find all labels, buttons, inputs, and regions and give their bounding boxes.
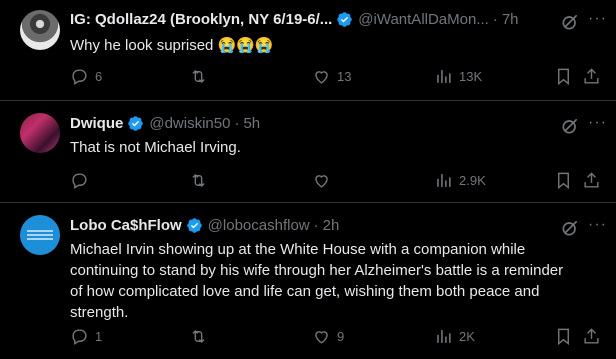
bookmark-icon[interactable] [554,67,573,86]
more-icon[interactable]: ··· [588,11,608,32]
tweet-text: That is not Michael Irving. [70,139,241,156]
view-count: 13K [459,69,483,84]
reply-button[interactable]: 6 [70,67,102,86]
action-bar: 2.9K [70,171,600,191]
tweet-header: IG: Qdollaz24 (Brooklyn, NY 6/19-6/... @… [70,11,519,28]
separator-dot: · [313,217,319,234]
bookmark-icon[interactable] [554,171,573,190]
views-button[interactable]: 2.9K [434,171,486,190]
bookmark-icon[interactable] [554,327,573,346]
retweet-icon [192,69,205,84]
tweet-text-line: of how complicated love and life can get… [70,283,540,300]
retweet-icon [192,173,205,188]
reply-count: 6 [95,69,103,84]
retweet-button[interactable] [189,67,214,86]
tweet-text-line: continuing to stand by his wife through … [70,262,564,279]
views-button[interactable]: 13K [434,67,482,86]
tweet[interactable]: Dwique @dwiskin50 · 5h ··· That is not M… [0,101,616,203]
avatar[interactable] [20,113,60,153]
grok-icon[interactable] [560,116,580,136]
more-icon[interactable]: ··· [588,115,608,136]
verified-badge-icon [186,218,202,233]
grok-icon[interactable] [560,218,580,238]
views-icon [437,70,451,83]
tweet-text-line: Michael Irvin showing up at the White Ho… [70,241,526,258]
action-bar: 6 13 13K [70,67,600,87]
separator-dot: · [492,11,498,28]
like-button[interactable]: 13 [312,67,351,86]
views-button[interactable]: 2K [434,327,475,346]
tweet-text: Michael Irvin showing up at the White Ho… [70,239,563,323]
view-count: 2K [459,329,475,344]
grok-icon[interactable] [560,12,580,32]
tweet[interactable]: IG: Qdollaz24 (Brooklyn, NY 6/19-6/... @… [0,0,616,101]
avatar[interactable] [20,10,60,50]
like-count: 13 [337,69,352,84]
tweet-text: Why he look suprised 😭😭😭 [70,37,274,54]
avatar[interactable] [20,215,60,255]
views-icon [437,330,451,343]
tweet-header: Dwique @dwiskin50 · 5h [70,115,260,132]
like-button[interactable] [312,171,337,190]
reply-icon [72,173,87,189]
more-icon[interactable]: ··· [588,217,608,238]
retweet-icon [192,329,205,344]
views-icon [437,174,451,187]
tweet-text-line: strength. [70,304,129,321]
reply-icon [72,69,87,85]
timestamp[interactable]: 5h [243,115,260,132]
display-name[interactable]: IG: Qdollaz24 (Brooklyn, NY 6/19-6/... [70,11,332,28]
timestamp[interactable]: 2h [323,217,340,234]
retweet-button[interactable] [189,171,214,190]
retweet-button[interactable] [189,327,214,346]
handle[interactable]: @iWantAllDaMon... [358,11,489,28]
separator-dot: · [234,115,240,132]
reply-icon [72,329,87,345]
handle[interactable]: @lobocashflow [208,217,310,234]
like-icon [315,71,328,84]
like-count: 9 [337,329,345,344]
share-icon[interactable] [582,327,601,346]
like-icon [315,175,328,188]
tweet[interactable]: Lobo Ca$hFlow @lobocashflow · 2h ··· Mic… [0,203,616,359]
reply-button[interactable]: 1 [70,327,102,346]
tweet-header: Lobo Ca$hFlow @lobocashflow · 2h [70,217,339,234]
reply-button[interactable] [70,171,95,190]
reply-count: 1 [95,329,103,344]
timestamp[interactable]: 7h [502,11,519,28]
like-icon [315,331,328,344]
handle[interactable]: @dwiskin50 [149,115,230,132]
verified-badge-icon [128,116,144,131]
view-count: 2.9K [459,173,486,188]
display-name[interactable]: Lobo Ca$hFlow [70,217,182,234]
share-icon[interactable] [582,171,601,190]
share-icon[interactable] [582,67,601,86]
verified-badge-icon [337,12,353,27]
action-bar: 1 9 2K [70,327,600,347]
display-name[interactable]: Dwique [70,115,123,132]
like-button[interactable]: 9 [312,327,344,346]
